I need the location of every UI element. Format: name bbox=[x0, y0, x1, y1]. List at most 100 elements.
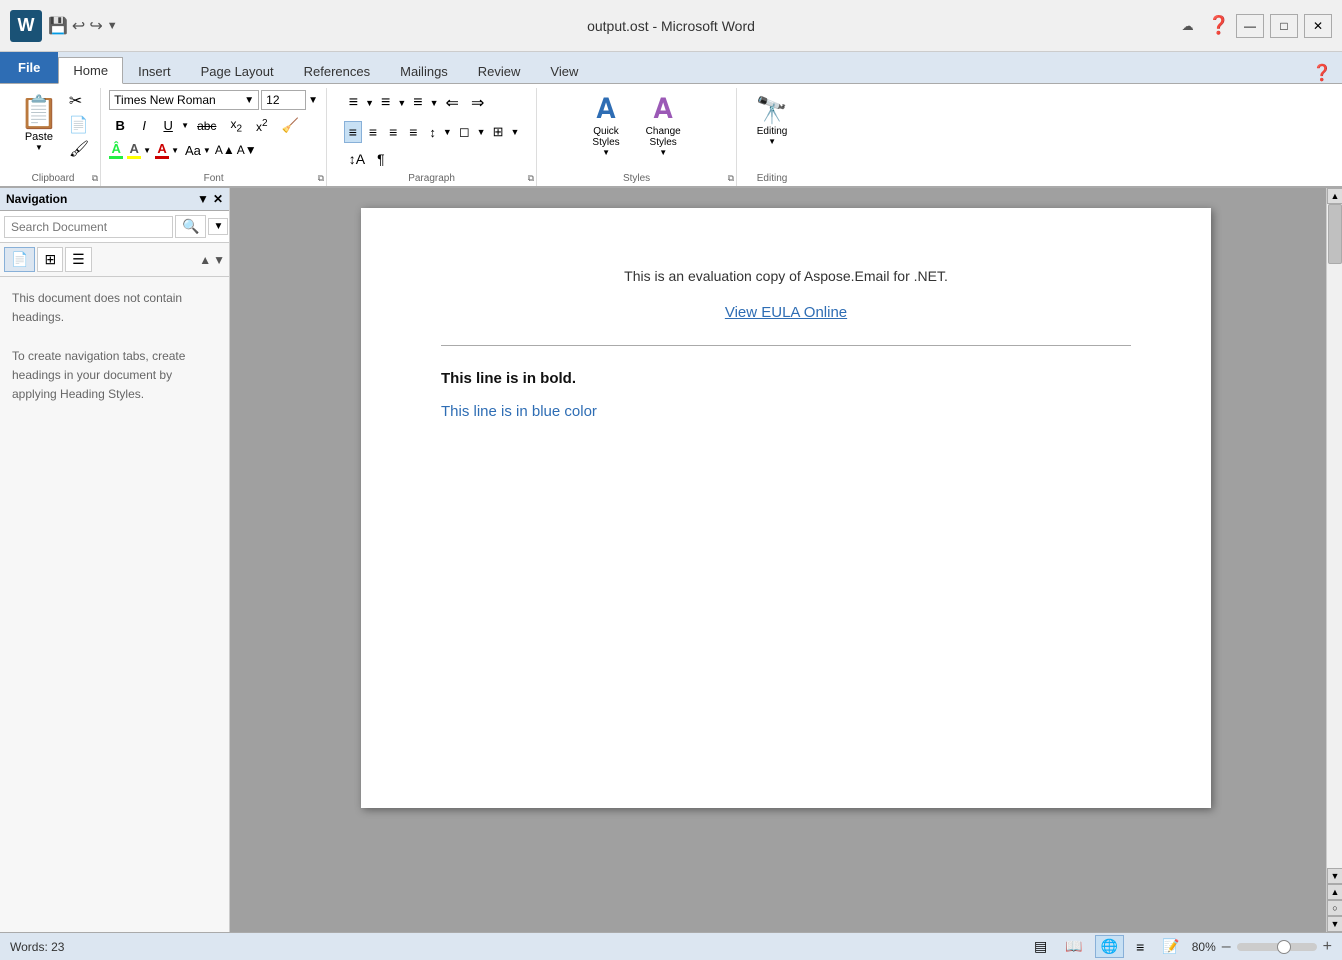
paragraph-expand-icon[interactable]: ⧉ bbox=[528, 173, 534, 184]
justify-button[interactable]: ≡ bbox=[404, 121, 422, 143]
numbering-button[interactable]: ≡ bbox=[376, 91, 395, 115]
font-expand-icon[interactable]: ⧉ bbox=[318, 173, 324, 184]
subscript-button[interactable]: x2 bbox=[224, 115, 248, 136]
scroll-thumb[interactable] bbox=[1328, 204, 1342, 264]
paste-button[interactable]: 📋 Paste ▼ bbox=[14, 90, 64, 155]
font-label: Font bbox=[101, 173, 326, 184]
change-styles-button[interactable]: 𝐀 ChangeStyles ▼ bbox=[637, 90, 690, 160]
scroll-select-browse-object[interactable]: ○ bbox=[1327, 900, 1342, 916]
decrease-indent-button[interactable]: ⇐ bbox=[441, 90, 464, 116]
tab-home[interactable]: Home bbox=[58, 57, 123, 84]
scroll-down-button[interactable]: ▼ bbox=[1327, 868, 1342, 884]
underline-button[interactable]: U bbox=[157, 116, 179, 135]
maximize-button[interactable]: □ bbox=[1270, 14, 1298, 38]
font-color-dropdown[interactable]: ▼ bbox=[171, 146, 179, 155]
zoom-slider-thumb[interactable] bbox=[1277, 940, 1291, 954]
increase-indent-button[interactable]: ⇒ bbox=[466, 90, 489, 116]
editing-button[interactable]: 🔭 Editing ▼ bbox=[749, 90, 795, 151]
close-button[interactable]: ✕ bbox=[1304, 14, 1332, 38]
format-painter-button[interactable]: 🖌 bbox=[66, 138, 92, 160]
styles-expand-icon[interactable]: ⧉ bbox=[728, 173, 734, 184]
navigation-search-input[interactable] bbox=[4, 216, 173, 238]
navigation-search-button[interactable]: 🔍 bbox=[175, 215, 206, 238]
outline-button[interactable]: ≡ bbox=[1130, 936, 1150, 958]
scroll-select-browse-up[interactable]: ▲ bbox=[1327, 884, 1342, 900]
superscript-button[interactable]: x2 bbox=[250, 116, 274, 136]
tab-file[interactable]: File bbox=[0, 51, 58, 83]
nav-tab-headings[interactable]: 📄 bbox=[4, 247, 35, 272]
multilevel-button[interactable]: ≡ bbox=[408, 91, 427, 115]
line-spacing-button[interactable]: ↕ bbox=[424, 122, 441, 143]
redo-button[interactable]: ↪ bbox=[89, 16, 102, 36]
full-reading-button[interactable]: 📖 bbox=[1059, 935, 1088, 958]
align-right-button[interactable]: ≡ bbox=[384, 121, 402, 143]
strikethrough-button[interactable]: abc bbox=[191, 117, 222, 135]
navigation-search-dropdown[interactable]: ▼ bbox=[208, 218, 228, 235]
navigation-pane-menu[interactable]: ▼ bbox=[197, 192, 209, 206]
nav-prev-button[interactable]: ▲ bbox=[199, 253, 211, 267]
font-expand-dropdown[interactable]: ▼ bbox=[203, 146, 211, 155]
eula-link[interactable]: View EULA Online bbox=[441, 304, 1131, 321]
vertical-scrollbar[interactable]: ▲ ▼ ▲ ○ ▼ bbox=[1326, 188, 1342, 932]
line-spacing-dropdown[interactable]: ▼ bbox=[443, 127, 452, 137]
bullets-button[interactable]: ≡ bbox=[344, 91, 363, 115]
tab-page-layout[interactable]: Page Layout bbox=[186, 58, 289, 84]
align-center-button[interactable]: ≡ bbox=[364, 121, 382, 143]
align-left-button[interactable]: ≡ bbox=[344, 121, 362, 143]
paragraph-label: Paragraph bbox=[327, 173, 536, 184]
font-size-dropdown[interactable]: ▼ bbox=[308, 95, 318, 106]
print-layout-button[interactable]: ▤ bbox=[1028, 935, 1053, 958]
zoom-level: 80% bbox=[1192, 940, 1216, 954]
scroll-select-browse-down[interactable]: ▼ bbox=[1327, 916, 1342, 932]
clipboard-expand-icon[interactable]: ⧉ bbox=[92, 173, 98, 184]
shading-button[interactable]: ◻ bbox=[454, 121, 475, 143]
tab-insert[interactable]: Insert bbox=[123, 58, 186, 84]
zoom-slider[interactable] bbox=[1237, 943, 1317, 951]
tab-review[interactable]: Review bbox=[463, 58, 536, 84]
save-button[interactable]: 💾 bbox=[48, 16, 68, 36]
font-color-button[interactable]: A bbox=[155, 141, 169, 159]
tab-mailings[interactable]: Mailings bbox=[385, 58, 463, 84]
zoom-out-button[interactable]: – bbox=[1222, 938, 1231, 956]
navigation-pane-close[interactable]: ✕ bbox=[213, 192, 223, 206]
font-expand-button[interactable]: Aa bbox=[185, 143, 201, 158]
font-size-input[interactable]: 12 bbox=[261, 90, 306, 110]
web-layout-button[interactable]: 🌐 bbox=[1095, 935, 1124, 958]
customize-quick-access-button[interactable]: ▼ bbox=[107, 20, 118, 32]
tab-view[interactable]: View bbox=[535, 58, 593, 84]
quick-styles-button[interactable]: 𝐀 QuickStyles ▼ bbox=[583, 90, 628, 160]
cloud-icon: ☁ bbox=[1182, 19, 1194, 33]
multilevel-dropdown[interactable]: ▼ bbox=[430, 98, 439, 108]
text-highlight-button[interactable]: Â bbox=[109, 141, 123, 159]
nav-next-button[interactable]: ▼ bbox=[213, 253, 225, 267]
bullets-dropdown[interactable]: ▼ bbox=[365, 98, 374, 108]
shading-dropdown[interactable]: ▼ bbox=[477, 127, 486, 137]
text-highlight-dropdown[interactable]: ▼ bbox=[143, 146, 151, 155]
numbering-dropdown[interactable]: ▼ bbox=[397, 98, 406, 108]
help-button[interactable]: ❓ bbox=[1208, 15, 1230, 36]
grow-font-button[interactable]: A▲ bbox=[215, 143, 235, 157]
zoom-in-button[interactable]: + bbox=[1323, 938, 1332, 956]
underline-dropdown[interactable]: ▼ bbox=[181, 121, 189, 130]
borders-dropdown[interactable]: ▼ bbox=[510, 127, 519, 137]
shrink-font-button[interactable]: A▼ bbox=[237, 143, 257, 157]
sort-button[interactable]: ↕A bbox=[344, 148, 370, 170]
show-paragraph-button[interactable]: ¶ bbox=[372, 148, 390, 170]
cut-button[interactable]: ✂ bbox=[66, 90, 92, 112]
ribbon-help-icon[interactable]: ❓ bbox=[1312, 63, 1332, 83]
borders-button[interactable]: ⊞ bbox=[488, 121, 509, 143]
draft-button[interactable]: 📝 bbox=[1156, 935, 1185, 958]
minimize-button[interactable]: — bbox=[1236, 14, 1264, 38]
text-highlight-color-button[interactable]: A bbox=[127, 141, 141, 159]
bold-button[interactable]: B bbox=[109, 116, 131, 135]
undo-button[interactable]: ↩ bbox=[72, 16, 85, 36]
nav-tab-results[interactable]: ☰ bbox=[65, 247, 92, 272]
tab-references[interactable]: References bbox=[289, 58, 385, 84]
copy-button[interactable]: 📄 bbox=[66, 114, 92, 136]
ribbon-tabs: File Home Insert Page Layout References … bbox=[0, 52, 1342, 84]
italic-button[interactable]: I bbox=[133, 116, 155, 135]
clear-format-button[interactable]: 🧹 bbox=[276, 115, 305, 136]
nav-tab-pages[interactable]: ⊞ bbox=[37, 247, 63, 272]
font-name-input[interactable]: Times New Roman ▼ bbox=[109, 90, 259, 110]
scroll-up-button[interactable]: ▲ bbox=[1327, 188, 1342, 204]
